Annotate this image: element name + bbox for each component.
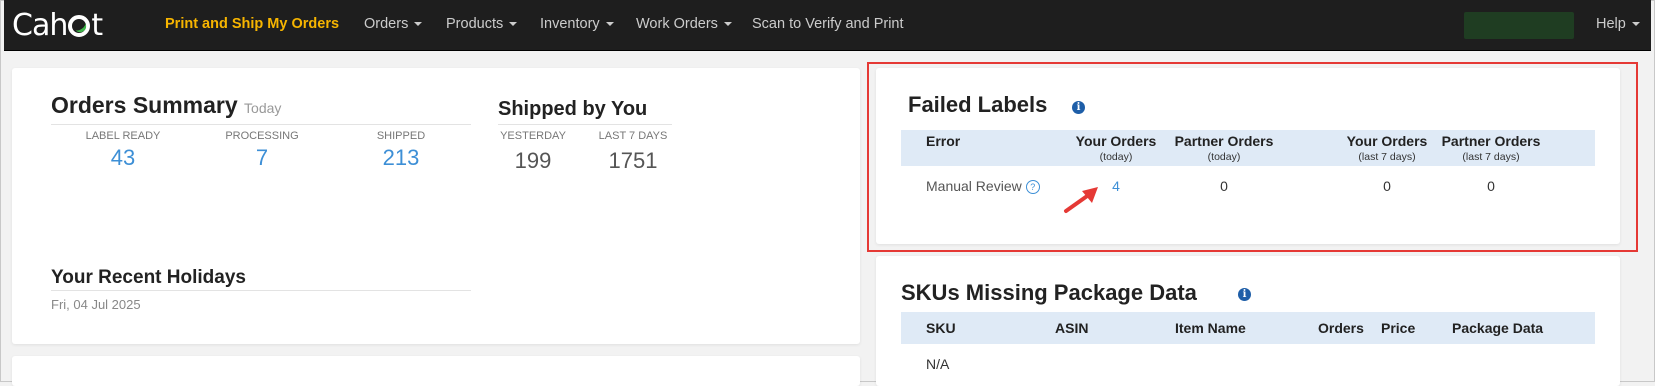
col-package-data: Package Data — [1452, 320, 1544, 336]
stat-label: LABEL READY — [85, 130, 161, 142]
highlight-box — [867, 62, 1638, 252]
col-sku: SKU — [926, 320, 956, 336]
orders-summary-subtitle: Today — [244, 100, 282, 116]
nav-inventory[interactable]: Inventory — [540, 16, 614, 32]
col-price: Price — [1381, 320, 1416, 336]
label-ready-count[interactable]: 43 — [73, 145, 173, 171]
nav-scan-verify[interactable]: Scan to Verify and Print — [752, 16, 904, 32]
skus-missing-title: SKUs Missing Package Data — [901, 280, 1197, 305]
nav-work-orders-label: Work Orders — [636, 16, 718, 32]
nav-work-orders[interactable]: Work Orders — [636, 16, 732, 32]
nav-help[interactable]: Help — [1596, 16, 1640, 32]
chevron-down-icon — [723, 22, 732, 27]
stat-label: LAST 7 DAYS — [598, 130, 668, 142]
logo-text-right: t — [91, 7, 103, 43]
info-icon[interactable]: i — [1238, 288, 1251, 301]
col-orders: Orders — [1318, 320, 1364, 336]
chevron-down-icon — [1631, 22, 1640, 27]
orders-summary-heading: Orders Summary Today — [51, 92, 281, 119]
logo-text-left: Cah — [12, 7, 68, 43]
divider — [51, 290, 471, 291]
nav-products[interactable]: Products — [446, 16, 518, 32]
stat-label: PROCESSING — [225, 130, 299, 142]
last-7-days-count: 1751 — [608, 148, 658, 173]
top-navbar: Cah t Print and Ship My Orders Orders Pro… — [4, 0, 1651, 51]
chevron-down-icon — [605, 22, 614, 27]
summary-card: Orders Summary Today LABEL READY 43 PROC… — [12, 68, 860, 344]
nav-print-and-ship[interactable]: Print and Ship My Orders — [165, 16, 339, 32]
nav-products-label: Products — [446, 16, 504, 32]
chevron-down-icon — [509, 22, 518, 27]
cahoot-logo[interactable]: Cah t — [12, 7, 103, 43]
skus-missing-card: SKUs Missing Package Data i SKU ASIN Ite… — [876, 256, 1620, 386]
stat-label: SHIPPED — [376, 130, 426, 142]
divider — [51, 124, 471, 125]
yesterday-count: 199 — [514, 148, 552, 173]
orders-summary-title: Orders Summary — [51, 92, 238, 118]
holiday-date: Fri, 04 Jul 2025 — [51, 297, 141, 312]
logo-ring-icon — [68, 15, 91, 37]
chevron-down-icon — [414, 22, 423, 27]
user-account-chip[interactable] — [1464, 12, 1574, 39]
col-asin: ASIN — [1055, 320, 1089, 336]
stat-label: YESTERDAY — [500, 130, 566, 142]
shipped-count[interactable]: 213 — [351, 145, 451, 171]
sku-cell: N/A — [926, 356, 950, 372]
divider — [498, 124, 672, 125]
nav-inventory-label: Inventory — [540, 16, 600, 32]
nav-orders[interactable]: Orders — [364, 16, 423, 32]
recent-holidays-title: Your Recent Holidays — [51, 267, 246, 288]
nav-orders-label: Orders — [364, 16, 409, 32]
processing-count[interactable]: 7 — [212, 145, 312, 171]
nav-help-label: Help — [1596, 16, 1626, 32]
col-item-name: Item Name — [1175, 320, 1246, 336]
shipped-by-you-title: Shipped by You — [498, 98, 648, 120]
